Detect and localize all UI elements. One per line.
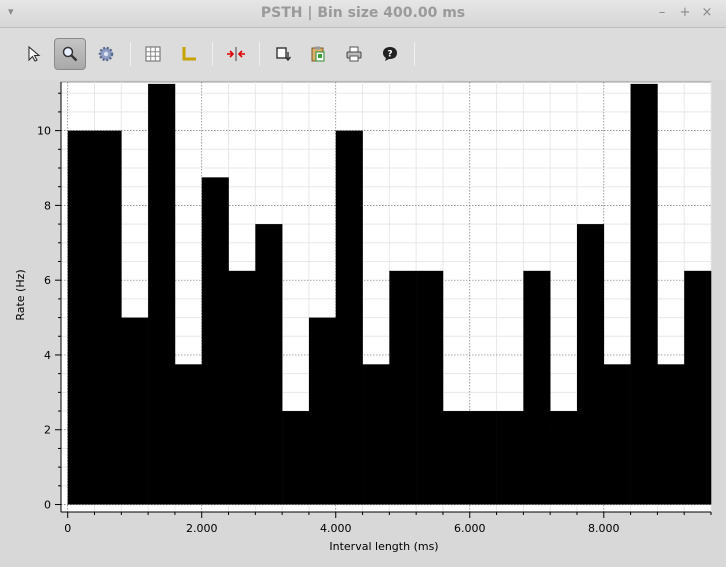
- toolbar-separator: [130, 42, 131, 66]
- histogram-bar: [94, 130, 122, 505]
- x-axis-label: Interval length (ms): [329, 540, 438, 553]
- select-arrow-icon[interactable]: [18, 38, 50, 70]
- histogram-bar: [148, 83, 176, 505]
- histogram-bar: [335, 130, 363, 505]
- x-tick-label: 2.000: [186, 522, 218, 535]
- x-tick-label: 0: [64, 522, 71, 535]
- histogram-bar: [282, 411, 310, 505]
- histogram-bar: [255, 224, 283, 505]
- y-tick-label: 4: [44, 349, 51, 362]
- histogram-bar: [442, 411, 471, 505]
- histogram-bar: [416, 270, 444, 505]
- major-grid: [61, 82, 711, 512]
- x-tick-label: 6.000: [454, 522, 486, 535]
- window-title: PSTH | Bin size 400.00 ms: [260, 5, 466, 21]
- title-bar: ▾ PSTH | Bin size 400.00 ms – + ×: [0, 0, 726, 28]
- svg-text:?: ?: [387, 50, 392, 60]
- y-tick-label: 6: [44, 274, 51, 287]
- plot-area: [60, 81, 712, 513]
- histogram-bar: [228, 270, 256, 505]
- axes: 0 2 4 6 8 10 0 2.000 4.000 6.000 8.000: [37, 82, 712, 535]
- toolbar: ?: [0, 28, 726, 80]
- histogram-bar: [684, 270, 712, 505]
- minimize-icon[interactable]: –: [654, 5, 670, 20]
- copy-clipboard-icon[interactable]: [302, 38, 334, 70]
- histogram-bar: [657, 364, 685, 505]
- axes-icon[interactable]: [173, 38, 205, 70]
- print-icon[interactable]: [338, 38, 370, 70]
- minor-grid: [61, 82, 712, 512]
- grid-icon[interactable]: [137, 38, 169, 70]
- zoom-icon[interactable]: [54, 38, 86, 70]
- y-tick-label: 2: [44, 424, 51, 437]
- export-icon[interactable]: [267, 38, 299, 70]
- psth-chart: 0 2 4 6 8 10 0 2.000 4.000 6.000 8.000 Interval le…: [14, 81, 712, 553]
- toolbar-separator: [414, 42, 415, 66]
- settings-gear-icon[interactable]: [90, 38, 122, 70]
- histogram-bar: [630, 83, 658, 505]
- histogram-bars: [67, 83, 712, 505]
- histogram-bar: [523, 270, 551, 505]
- y-tick-label: 8: [44, 199, 51, 212]
- y-tick-label: 10: [37, 125, 51, 138]
- toolbar-separator: [259, 42, 260, 66]
- histogram-bar: [550, 411, 578, 505]
- histogram-bar: [121, 317, 149, 505]
- histogram-bar: [174, 364, 203, 505]
- scale-arrows-icon[interactable]: [220, 38, 252, 70]
- histogram-bar: [201, 177, 229, 505]
- histogram-bar: [362, 364, 390, 505]
- histogram-bar: [496, 411, 524, 505]
- close-icon[interactable]: ×: [699, 5, 715, 20]
- y-tick-label: 0: [44, 499, 51, 512]
- x-tick-label: 4.000: [320, 522, 352, 535]
- toolbar-separator: [212, 42, 213, 66]
- help-icon[interactable]: ?: [374, 38, 406, 70]
- histogram-bar: [67, 130, 95, 505]
- histogram-bar: [576, 224, 605, 505]
- maximize-icon[interactable]: +: [677, 5, 693, 20]
- histogram-bar: [469, 411, 497, 505]
- histogram-bar: [308, 317, 337, 505]
- x-tick-label: 8.000: [588, 522, 620, 535]
- y-axis-label: Rate (Hz): [14, 269, 27, 320]
- histogram-bar: [603, 364, 631, 505]
- histogram-bar: [389, 270, 417, 505]
